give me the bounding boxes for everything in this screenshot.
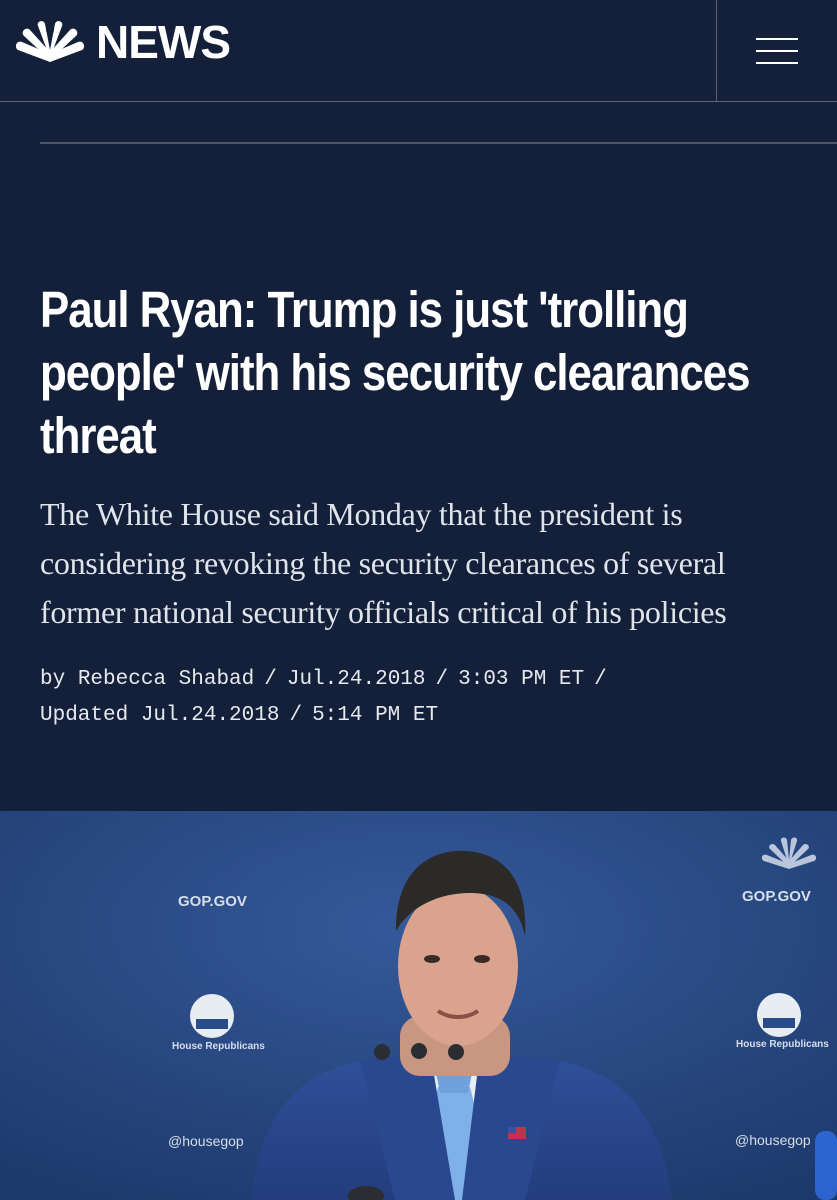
backdrop-text: @housegop [168, 1133, 244, 1149]
updated-time: 5:14 PM ET [312, 704, 439, 727]
backdrop-text: House Republicans [736, 1039, 829, 1050]
author-link[interactable]: Rebecca Shabad [78, 668, 254, 691]
byline-separator: / [289, 704, 303, 727]
byline-separator: / [435, 668, 449, 691]
publish-time: 3:03 PM ET [458, 668, 585, 691]
hamburger-menu-icon [756, 38, 798, 64]
backdrop-text: GOP.GOV [178, 893, 247, 910]
menu-button[interactable] [717, 0, 837, 102]
updated-label: Updated [40, 704, 129, 727]
byline-separator: / [594, 668, 607, 691]
capitol-icon [757, 993, 801, 1037]
byline-line-2: Updated Jul.24.2018 / 5:14 PM ET [40, 698, 810, 734]
publish-date: Jul.24.2018 [286, 668, 426, 691]
site-header: NEWS [0, 0, 837, 102]
byline-line-1: by Rebecca Shabad / Jul.24.2018 / 3:03 PM ET… [40, 662, 810, 698]
byline-separator: / [264, 668, 277, 691]
backdrop-text: @housegop [735, 1132, 811, 1148]
backdrop-text: GOP.GOV [742, 888, 811, 905]
byline-prefix: by [40, 668, 66, 691]
article-dek: The White House said Monday that the pre… [40, 496, 727, 630]
byline: by Rebecca Shabad / Jul.24.2018 / 3:03 PM ET… [40, 662, 810, 734]
nbc-news-logo[interactable]: NEWS [14, 16, 231, 68]
capitol-icon [190, 994, 234, 1038]
brand-wordmark: NEWS [96, 16, 231, 68]
section-rule [40, 142, 837, 144]
updated-date: Jul.24.2018 [140, 704, 280, 727]
nbc-peacock-icon [15, 21, 85, 62]
press-conference-image: GOP.GOV GOP.GOV House Republicans House … [0, 811, 837, 1200]
article-lead-photo[interactable]: GOP.GOV GOP.GOV House Republicans House … [0, 811, 837, 1200]
article-headline: Paul Ryan: Trump is just 'trolling peopl… [40, 281, 750, 464]
backdrop-text: House Republicans [172, 1041, 265, 1052]
